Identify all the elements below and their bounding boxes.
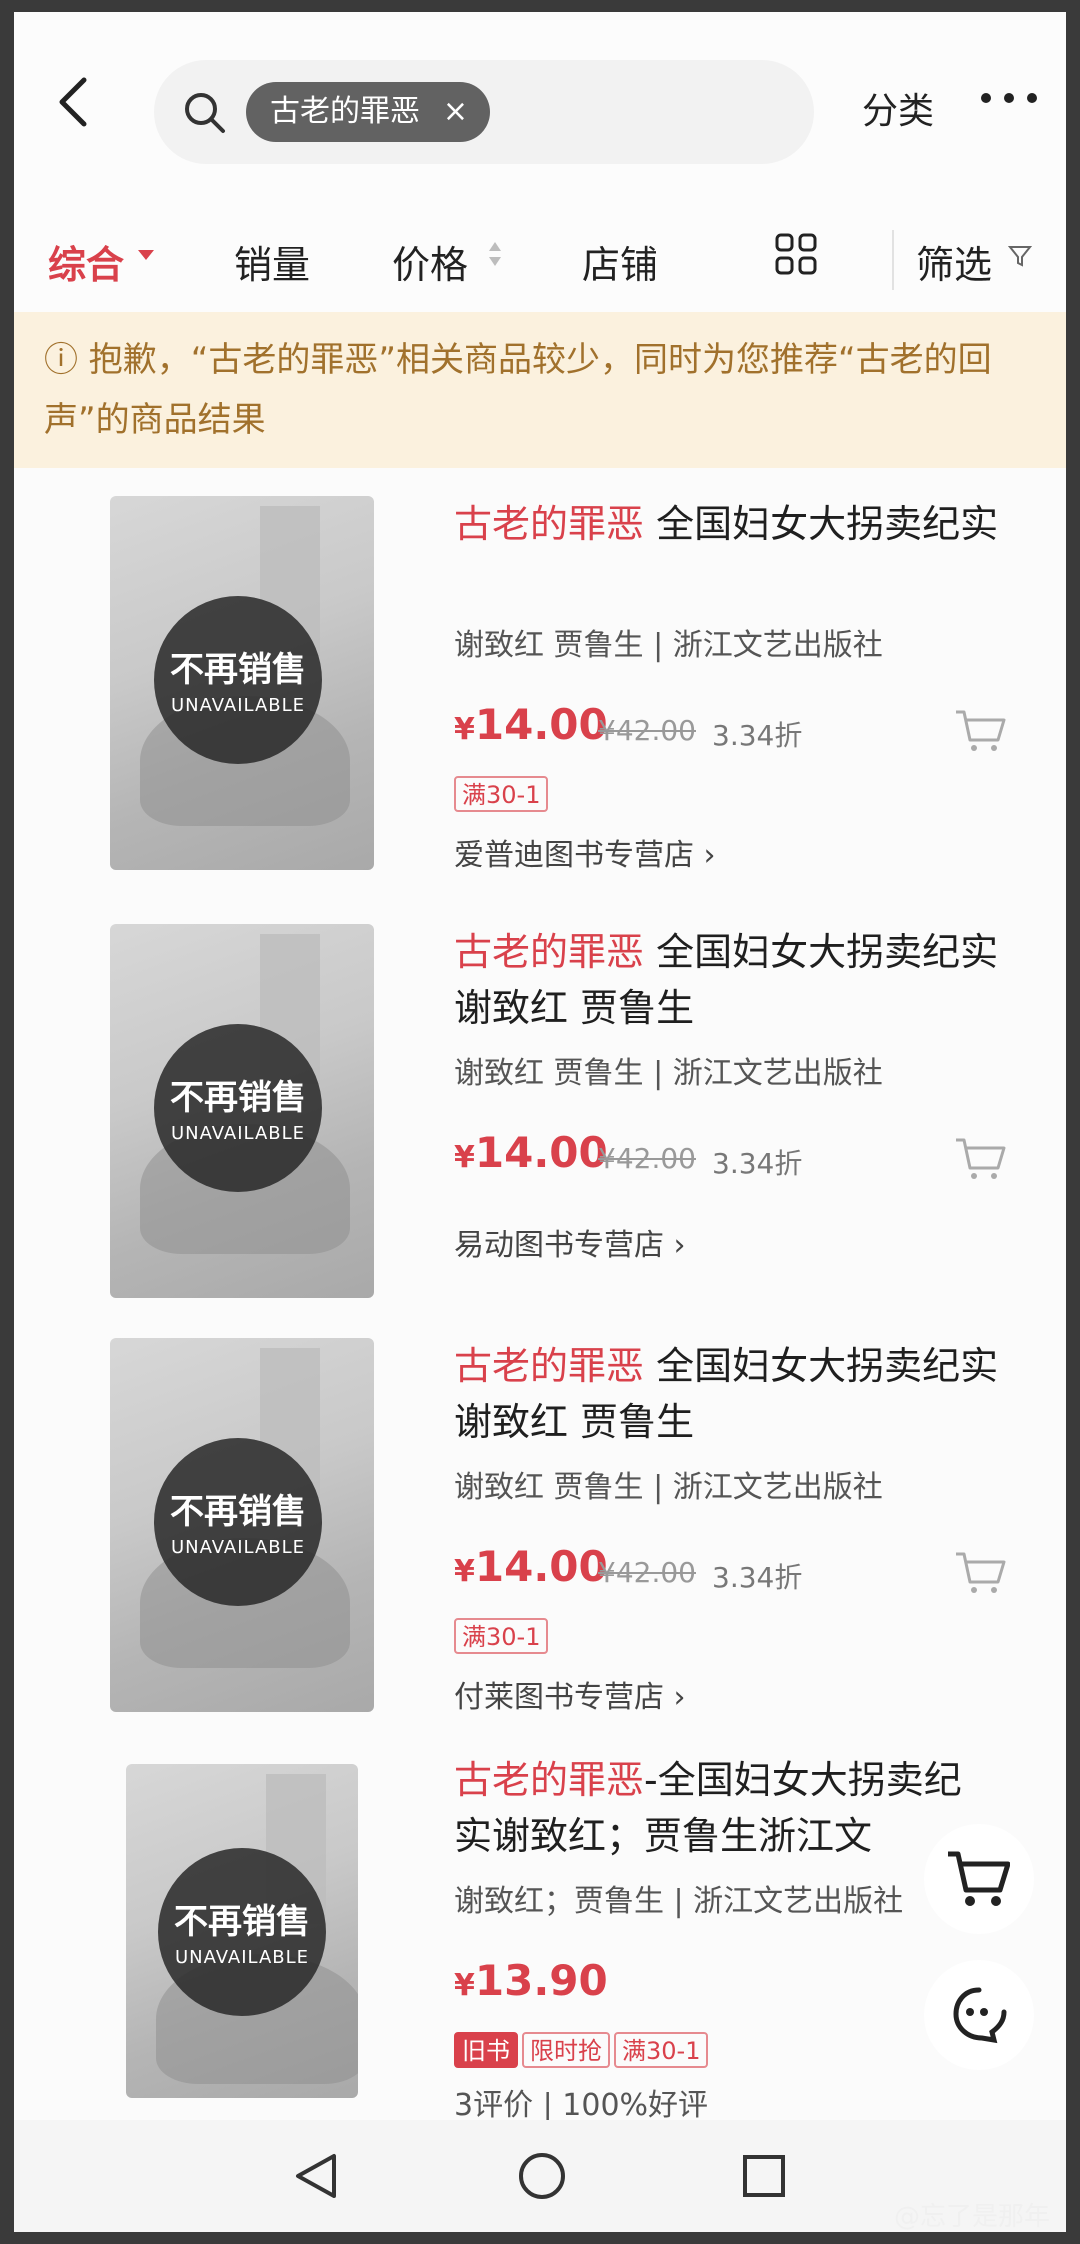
product-card[interactable]: 不再销售 UNAVAILABLE 古老的罪恶 全国妇女大拐卖纪实 谢致红 贾鲁生… [14, 1316, 1066, 1734]
screen: 古老的罪恶 × 分类 综合 销量 价格 店铺 筛选 ⓘ 抱歉，“古老的罪恶”相关… [14, 12, 1066, 2232]
shop-link[interactable]: 易动图书专营店 › [454, 1220, 686, 1264]
product-price: ¥14.00 [454, 700, 608, 749]
used-book-tag: 旧书 [454, 2032, 518, 2068]
discount-rate: 3.34折 [712, 719, 803, 752]
floating-cart-button[interactable] [924, 1824, 1034, 1934]
add-to-cart-icon[interactable] [954, 708, 1006, 754]
search-bar[interactable]: 古老的罪恶 × [154, 60, 814, 164]
caret-down-icon [138, 250, 154, 260]
more-options-icon[interactable] [976, 78, 1042, 118]
add-to-cart-icon[interactable] [954, 1550, 1006, 1596]
product-card[interactable]: 不再销售 UNAVAILABLE 古老的罪恶 全国妇女大拐卖纪实 谢致红 贾鲁生… [14, 474, 1066, 892]
product-cover-image: 不再销售 UNAVAILABLE [126, 1764, 358, 2098]
tab-filter[interactable]: 筛选 [916, 234, 992, 289]
customer-service-icon [953, 1987, 1007, 2044]
no-results-notice: ⓘ 抱歉，“古老的罪恶”相关商品较少，同时为您推荐“古老的回声”的商品结果 [14, 312, 1066, 468]
product-price: ¥14.00 [454, 1542, 608, 1591]
grid-view-icon[interactable] [774, 232, 818, 276]
filter-funnel-icon [1008, 246, 1032, 267]
unavailable-badge: 不再销售 UNAVAILABLE [154, 596, 322, 764]
weibo-watermark: @忘了是那年 [893, 2202, 1050, 2232]
discount-rate: 3.34折 [712, 1561, 803, 1594]
product-card[interactable]: 不再销售 UNAVAILABLE 古老的罪恶 全国妇女大拐卖纪实 谢致红 贾鲁生… [14, 902, 1066, 1320]
promo-tag: 满30-1 [454, 1618, 549, 1654]
product-cover-image: 不再销售 UNAVAILABLE [110, 496, 374, 870]
promo-tag: 满30-1 [614, 2032, 709, 2068]
shopping-cart-icon [948, 1851, 1010, 1906]
unavailable-badge: 不再销售 UNAVAILABLE [154, 1438, 322, 1606]
back-arrow-icon[interactable] [44, 72, 104, 132]
promo-tag: 满30-1 [454, 776, 549, 812]
category-button[interactable]: 分类 [862, 82, 934, 134]
shop-link[interactable]: 爱普迪图书专营店 › [454, 830, 716, 874]
original-price: ¥42.00 [598, 1142, 696, 1175]
product-author: 谢致红 贾鲁生 | 浙江文艺出版社 [454, 1470, 883, 1505]
flash-sale-tag: 限时抢 [522, 2032, 610, 2068]
original-price: ¥42.00 [598, 1556, 696, 1589]
nav-home-icon[interactable] [516, 2150, 568, 2202]
product-title[interactable]: 古老的罪恶 全国妇女大拐卖纪实 谢致红 贾鲁生 [454, 1338, 1044, 1450]
tab-all[interactable]: 综合 [48, 234, 124, 289]
original-price: ¥42.00 [598, 714, 696, 747]
product-price: ¥13.90 [454, 1956, 608, 2005]
tab-shop[interactable]: 店铺 [582, 234, 658, 289]
sort-arrows-icon [489, 242, 501, 266]
nav-recents-icon[interactable] [740, 2152, 788, 2200]
tab-divider [892, 230, 894, 290]
product-author: 谢致红 贾鲁生 | 浙江文艺出版社 [454, 1056, 883, 1091]
add-to-cart-icon[interactable] [954, 1136, 1006, 1182]
tab-sales[interactable]: 销量 [234, 234, 310, 289]
product-cover-image: 不再销售 UNAVAILABLE [110, 924, 374, 1298]
product-author: 谢致红 贾鲁生 | 浙江文艺出版社 [454, 628, 883, 663]
unavailable-badge: 不再销售 UNAVAILABLE [158, 1848, 326, 2016]
product-card[interactable]: 不再销售 UNAVAILABLE 古老的罪恶-全国妇女大拐卖纪实谢致红；贾鲁生浙… [14, 1730, 1066, 2123]
search-icon [185, 93, 225, 133]
nav-back-icon[interactable] [292, 2152, 340, 2200]
unavailable-badge: 不再销售 UNAVAILABLE [154, 1024, 322, 1192]
customer-service-button[interactable] [924, 1960, 1034, 2070]
product-title[interactable]: 古老的罪恶 全国妇女大拐卖纪实 谢致红 贾鲁生 [454, 924, 1044, 1036]
shop-link[interactable]: 付莱图书专营店 › [454, 1672, 686, 1716]
product-cover-image: 不再销售 UNAVAILABLE [110, 1338, 374, 1712]
review-summary: 3评价 | 100%好评 [454, 2088, 709, 2123]
search-query-chip[interactable]: 古老的罪恶 × [246, 82, 490, 142]
product-author: 谢致红；贾鲁生 | 浙江文艺出版社 [454, 1884, 904, 1919]
top-bar: 古老的罪恶 × 分类 [14, 12, 1066, 212]
product-title[interactable]: 古老的罪恶-全国妇女大拐卖纪实谢致红；贾鲁生浙江文 [454, 1752, 974, 1864]
product-title[interactable]: 古老的罪恶 全国妇女大拐卖纪实 [454, 496, 1044, 552]
clear-query-icon[interactable]: × [443, 82, 468, 142]
product-price: ¥14.00 [454, 1128, 608, 1177]
tab-price[interactable]: 价格 [392, 234, 468, 289]
search-query-text: 古老的罪恶 [270, 94, 420, 129]
discount-rate: 3.34折 [712, 1147, 803, 1180]
sort-tabs [14, 212, 1066, 312]
